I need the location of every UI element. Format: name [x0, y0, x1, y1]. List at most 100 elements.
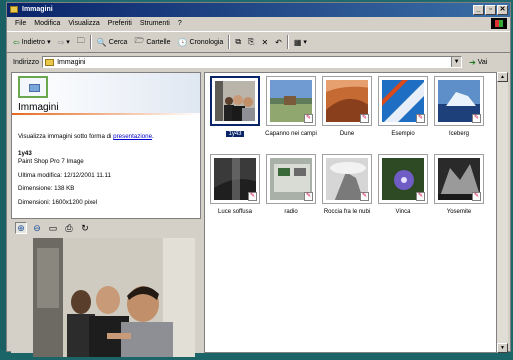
back-label: Indietro	[21, 38, 46, 46]
thumbnail-label-iceberg: Iceberg	[448, 131, 469, 137]
zoom-in-icon: ⊕	[17, 222, 25, 233]
image-file-icon: ✎	[304, 192, 313, 201]
thumbnail-roccia-fra-le-nubi[interactable]: ✎	[322, 154, 372, 204]
thumbnail-esempio[interactable]: ✎	[378, 76, 428, 126]
thumbnail-vinca[interactable]: ✎	[378, 154, 428, 204]
menu-help[interactable]: ?	[178, 18, 182, 30]
toolbar-separator	[228, 35, 231, 49]
address-value: Immagini	[57, 58, 86, 66]
info-banner: Immagini	[12, 73, 200, 113]
thumbnail-yosemite[interactable]: ✎	[434, 154, 484, 204]
thumbnail-luce-soffusa[interactable]: ✎	[210, 154, 260, 204]
views-button[interactable]: ▦ ▾	[292, 34, 309, 50]
window-title: Immagini	[22, 6, 53, 13]
menu-file[interactable]: File	[15, 18, 26, 30]
print-button[interactable]: ⎙	[63, 222, 75, 234]
chevron-down-icon[interactable]: ▼	[451, 57, 462, 67]
image-file-icon: ✎	[248, 192, 257, 201]
thumbnail-label-radio: radio	[284, 209, 298, 215]
fit-view-button[interactable]: ▭	[47, 222, 59, 234]
folders-label: Cartelle	[146, 38, 171, 46]
thumbnail-label-luce-soffusa: Luce soffusa	[218, 209, 252, 215]
back-button[interactable]: ⇦ Indietro ▾	[11, 34, 53, 50]
pictures-folder-icon	[18, 76, 48, 98]
thumbnail-label-capanno: Capanno nei campi	[265, 131, 317, 137]
thumbnail-label-yosemite: Yosemite	[446, 209, 472, 215]
back-arrow-icon: ⇦	[13, 37, 20, 47]
image-preview-pane: ⊕ ⊖ ▭ ⎙ ↻	[11, 220, 207, 357]
toolbar: ⇦ Indietro ▾ ⇨ ▾ 🗀 🔍 Cerca 🗁 Cartelle 🕓 …	[7, 31, 510, 53]
image-file-icon: ✎	[416, 114, 425, 123]
thumbnail-view: 1y43 ✎ Capanno nei campi ✎ Dune ✎ Esempi…	[204, 72, 497, 353]
scroll-up-button[interactable]: ▲	[497, 72, 508, 82]
title-bar[interactable]: Immagini _ ▫ ✕	[7, 3, 510, 17]
rotate-icon: ↻	[81, 222, 89, 233]
minimize-button[interactable]: _	[473, 5, 484, 15]
zoom-out-icon: ⊖	[33, 222, 41, 233]
search-label: Cerca	[108, 38, 128, 46]
move-to-icon: ⧉	[235, 37, 242, 46]
menu-preferiti[interactable]: Preferiti	[108, 18, 132, 30]
thumbnail-image	[215, 81, 255, 121]
forward-button[interactable]: ⇨ ▾	[56, 34, 72, 50]
scroll-down-button[interactable]: ▼	[497, 343, 508, 353]
go-button[interactable]: ➔ Vai	[469, 58, 487, 67]
thumbnail-iceberg[interactable]: ✎	[434, 76, 484, 126]
folder-icon	[10, 6, 18, 13]
views-icon: ▦	[293, 37, 302, 47]
thumbnail-label-esempio: Esempio	[391, 131, 415, 137]
zoom-in-button[interactable]: ⊕	[15, 222, 27, 234]
chevron-down-icon: ▾	[66, 39, 70, 46]
copy-to-icon: ⎘	[248, 37, 255, 46]
history-button[interactable]: 🕓 Cronologia	[176, 34, 226, 50]
up-folder-button[interactable]: 🗀	[75, 34, 87, 50]
go-label: Vai	[477, 58, 488, 66]
thumbnail-capanno-nei-campi[interactable]: ✎	[266, 76, 316, 126]
zoom-out-button[interactable]: ⊖	[31, 222, 43, 234]
image-file-icon: ✎	[360, 114, 369, 123]
vertical-scrollbar[interactable]: ▲ ▼	[497, 72, 508, 353]
image-file-icon: ✎	[472, 192, 481, 201]
thumbnail-label-roccia: Roccia fra le nubi	[323, 209, 371, 215]
preview-toolbar: ⊕ ⊖ ▭ ⎙ ↻	[11, 220, 207, 236]
delete-button[interactable]: ✕	[259, 34, 270, 50]
slideshow-link[interactable]: presentazione	[113, 133, 152, 140]
windows-logo-icon	[491, 18, 507, 29]
address-label: Indirizzo	[13, 58, 40, 66]
thumbnail-radio[interactable]: ✎	[266, 154, 316, 204]
go-arrow-icon: ➔	[469, 57, 476, 67]
file-dimensions: Dimensioni: 1600x1200 pixel	[18, 199, 98, 206]
menu-visualizza[interactable]: Visualizza	[68, 18, 99, 30]
fit-view-icon: ▭	[48, 222, 58, 233]
file-name: 1y43	[18, 150, 32, 157]
undo-icon: ↶	[275, 37, 282, 47]
thumbnail-label-1y43: 1y43	[226, 131, 244, 137]
info-title: Immagini	[18, 102, 59, 113]
file-modified: Ultima modifica: 12/12/2001 11.11	[18, 172, 111, 179]
thumbnail-dune[interactable]: ✎	[322, 76, 372, 126]
folders-button[interactable]: 🗁 Cartelle	[132, 34, 172, 50]
close-button[interactable]: ✕	[497, 5, 508, 15]
menu-strumenti[interactable]: Strumenti	[140, 18, 170, 30]
rotate-button[interactable]: ↻	[79, 222, 91, 234]
forward-arrow-icon: ⇨	[57, 37, 65, 47]
image-file-icon: ✎	[416, 192, 425, 201]
up-folder-icon: 🗀	[76, 36, 85, 45]
copy-to-button[interactable]: ⎘	[246, 34, 256, 50]
address-input[interactable]: Immagini ▼	[42, 56, 463, 68]
undo-button[interactable]: ↶	[273, 34, 284, 50]
maximize-button[interactable]: ▫	[485, 5, 496, 15]
window-controls: _ ▫ ✕	[473, 5, 508, 15]
delete-icon: ✕	[261, 37, 269, 47]
info-intro: Visualizza immagini sotto forma di prese…	[18, 133, 154, 140]
folder-icon	[45, 58, 55, 66]
image-file-icon: ✎	[360, 192, 369, 201]
print-icon: ⎙	[65, 222, 73, 233]
move-to-button[interactable]: ⧉	[233, 34, 243, 50]
image-file-icon: ✎	[472, 114, 481, 123]
chevron-down-icon: ▾	[47, 39, 51, 46]
menu-modifica[interactable]: Modifica	[34, 18, 60, 30]
search-button[interactable]: 🔍 Cerca	[95, 34, 130, 50]
thumbnail-1y43[interactable]	[210, 76, 260, 126]
toolbar-separator	[89, 35, 92, 49]
